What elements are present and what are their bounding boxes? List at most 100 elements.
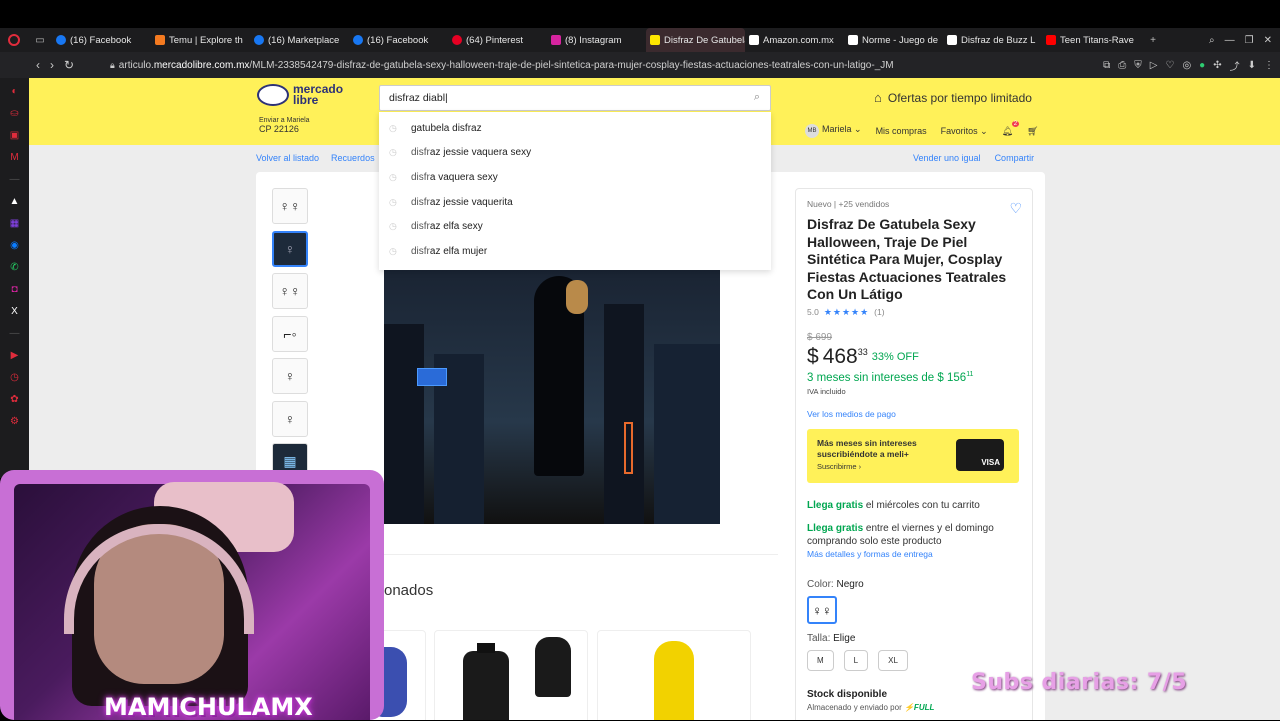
size-option-l[interactable]: L xyxy=(843,650,869,672)
url-field[interactable]: articulo.mercadolibre.com.mx/MLM-2338542… xyxy=(119,60,1079,71)
snapshot-icon[interactable]: ⧉ xyxy=(1103,60,1110,71)
meli-plus-banner[interactable]: Más meses sin intereses suscribiéndote a… xyxy=(807,429,1019,484)
facebook-icon xyxy=(254,35,264,45)
thumbnail[interactable]: ♀ xyxy=(272,400,308,437)
tab-norme[interactable]: Norme - Juego de xyxy=(844,28,943,52)
shipping-option-1: Llega gratis el miércoles con tu carrito xyxy=(807,500,980,512)
tab-pinterest[interactable]: (64) Pinterest xyxy=(448,28,547,52)
url-actions: ⧉ ⎙ ⛨ ▷ ♡ ◎ ● ✣ ⤴ ⬇ ⋮ xyxy=(1103,52,1274,78)
browser-tabbar: ▭ (16) Facebook Temu | Explore th (16) M… xyxy=(0,28,1280,52)
history-clock-icon: ◷ xyxy=(389,147,397,158)
search-icon[interactable]: ⌕ xyxy=(754,91,760,104)
back-icon[interactable]: ‹ xyxy=(36,58,40,72)
twitch-icon[interactable]: ▦ xyxy=(0,212,29,234)
related-product-card[interactable] xyxy=(597,630,751,720)
cart-icon[interactable]: 🛒︎ xyxy=(1027,126,1038,137)
promo-link[interactable]: ⌂ Ofertas por tiempo limitado xyxy=(874,90,1032,105)
tab-temu[interactable]: Temu | Explore th xyxy=(151,28,250,52)
new-tab-icon[interactable]: + xyxy=(1141,28,1165,52)
temu-icon xyxy=(155,35,165,45)
visa-card-icon: VISA xyxy=(956,439,1004,472)
thumbnail-selected[interactable]: ♀ xyxy=(272,230,308,267)
related-product-card[interactable] xyxy=(434,630,588,720)
youtube-icon xyxy=(1046,35,1056,45)
extension-badge-icon[interactable]: ● xyxy=(1199,60,1205,71)
extensions-sidebar-icon[interactable]: ✿ xyxy=(0,388,29,410)
mercadolibre-logo[interactable]: mercado libre xyxy=(257,83,343,106)
menu-icon[interactable]: ⋮ xyxy=(1264,60,1274,71)
maximize-icon[interactable]: ❐ xyxy=(1245,35,1254,46)
payment-methods-link[interactable]: Ver los medios de pago xyxy=(807,409,1021,419)
suggestion-item[interactable]: ◷ disfraz jessie vaquera sexy xyxy=(379,141,771,166)
user-menu[interactable]: MB Mariela ⌄ xyxy=(805,124,862,138)
facebook-icon xyxy=(56,35,66,45)
download-icon[interactable]: ⬇ xyxy=(1248,60,1256,71)
tab-mercadolibre-active[interactable]: Disfraz De Gatubela Sexy xyxy=(646,28,745,52)
gmail-icon[interactable]: M xyxy=(0,146,29,168)
suggestion-item[interactable]: ◷ disfra vaquera sexy xyxy=(379,165,771,190)
aria-ai-icon[interactable]: ▲ xyxy=(0,190,29,212)
search-input[interactable]: disfraz diabl| ⌕ xyxy=(379,85,771,111)
heart-icon[interactable]: ♡ xyxy=(1165,60,1174,71)
facebook-icon xyxy=(353,35,363,45)
favorites-link[interactable]: Favoritos ⌄ xyxy=(941,126,988,137)
size-option-m[interactable]: M xyxy=(807,650,834,672)
instagram-sidebar-icon[interactable]: ◘ xyxy=(0,278,29,300)
size-option-xl[interactable]: XL xyxy=(878,650,908,672)
tab-marketplace[interactable]: (16) Marketplace xyxy=(250,28,349,52)
suggestion-item[interactable]: ◷ disfraz elfa sexy xyxy=(379,214,771,239)
crypto-wallet-icon[interactable]: ▣ xyxy=(0,124,29,146)
tab-teen-titans[interactable]: Teen Titans-Rave xyxy=(1042,28,1141,52)
thumbnail[interactable]: ♀♀ xyxy=(272,188,308,224)
thumbnail[interactable]: ⌐◦ xyxy=(272,315,308,352)
shield-icon[interactable]: ⛨ xyxy=(1134,60,1142,71)
workspace-icon[interactable]: ▭ xyxy=(28,28,52,52)
aria-icon[interactable]: ◐ xyxy=(0,80,29,102)
purchase-panel: Nuevo | +25 vendidos ♡ Disfraz De Gatube… xyxy=(795,188,1033,720)
play-icon[interactable]: ▷ xyxy=(1150,60,1158,71)
tab-instagram[interactable]: (8) Instagram xyxy=(547,28,646,52)
thumbnail[interactable]: ♀ xyxy=(272,358,308,394)
back-to-list-link[interactable]: Volver al listado xyxy=(256,153,319,163)
x-icon[interactable]: X xyxy=(0,300,29,322)
subs-counter: Subs diarias: 7/5 xyxy=(971,670,1188,695)
shopping-icon[interactable]: ⛀ xyxy=(0,102,29,124)
color-swatch-negro[interactable]: ♀♀ xyxy=(807,596,837,625)
camera-icon[interactable]: ◎ xyxy=(1182,60,1191,71)
rating[interactable]: 5.0 ★★★★★ (1) xyxy=(807,307,1021,318)
reload-icon[interactable]: ↻ xyxy=(64,58,74,72)
minimize-icon[interactable]: — xyxy=(1225,35,1235,46)
close-icon[interactable]: ✕ xyxy=(1264,35,1272,46)
whatsapp-icon[interactable]: ✆ xyxy=(0,256,29,278)
old-price: $ 699 xyxy=(807,331,833,343)
tab-facebook-1[interactable]: (16) Facebook xyxy=(52,28,151,52)
tab-buzz[interactable]: Disfraz de Buzz L xyxy=(943,28,1042,52)
suggestion-item[interactable]: ◷ disfraz jessie vaquerita xyxy=(379,190,771,215)
settings-icon[interactable]: ⚙ xyxy=(0,410,29,432)
forward-icon[interactable]: › xyxy=(50,58,54,72)
notifications-icon[interactable]: 🔔︎ 2 xyxy=(1002,120,1020,137)
messenger-icon[interactable]: ◉ xyxy=(0,234,29,256)
player-icon[interactable]: ▶ xyxy=(0,344,29,366)
sell-similar-link[interactable]: Vender uno igual xyxy=(913,153,981,163)
suggestion-item[interactable]: ◷ disfraz elfa mujer xyxy=(379,239,771,264)
delivery-location[interactable]: Enviar a Mariela CP 22126 xyxy=(259,116,310,134)
search-tabs-icon[interactable]: ⌕ xyxy=(1209,35,1215,46)
share-icon[interactable]: ⤴ xyxy=(1230,58,1240,73)
purchases-link[interactable]: Mis compras xyxy=(876,126,927,136)
recent-link[interactable]: Recuerdos xyxy=(331,153,375,163)
history-icon[interactable]: ◷ xyxy=(0,366,29,388)
notification-badge: 2 xyxy=(1011,120,1020,127)
save-icon[interactable]: ⎙ xyxy=(1118,60,1126,71)
thumbnail[interactable]: ♀♀ xyxy=(272,273,308,309)
extensions-icon[interactable]: ✣ xyxy=(1213,60,1221,71)
favorite-heart-icon[interactable]: ♡ xyxy=(1009,200,1022,217)
product-image[interactable] xyxy=(384,270,720,524)
share-link[interactable]: Compartir xyxy=(995,153,1035,163)
suggestion-item[interactable]: ◷ gatubela disfraz xyxy=(379,116,771,141)
screen: ▭ (16) Facebook Temu | Explore th (16) M… xyxy=(0,0,1280,721)
tab-facebook-2[interactable]: (16) Facebook xyxy=(349,28,448,52)
shipping-details-link[interactable]: Más detalles y formas de entrega xyxy=(807,549,1021,559)
opera-menu-icon[interactable] xyxy=(0,28,28,52)
tab-amazon[interactable]: Amazon.com.mx xyxy=(745,28,844,52)
